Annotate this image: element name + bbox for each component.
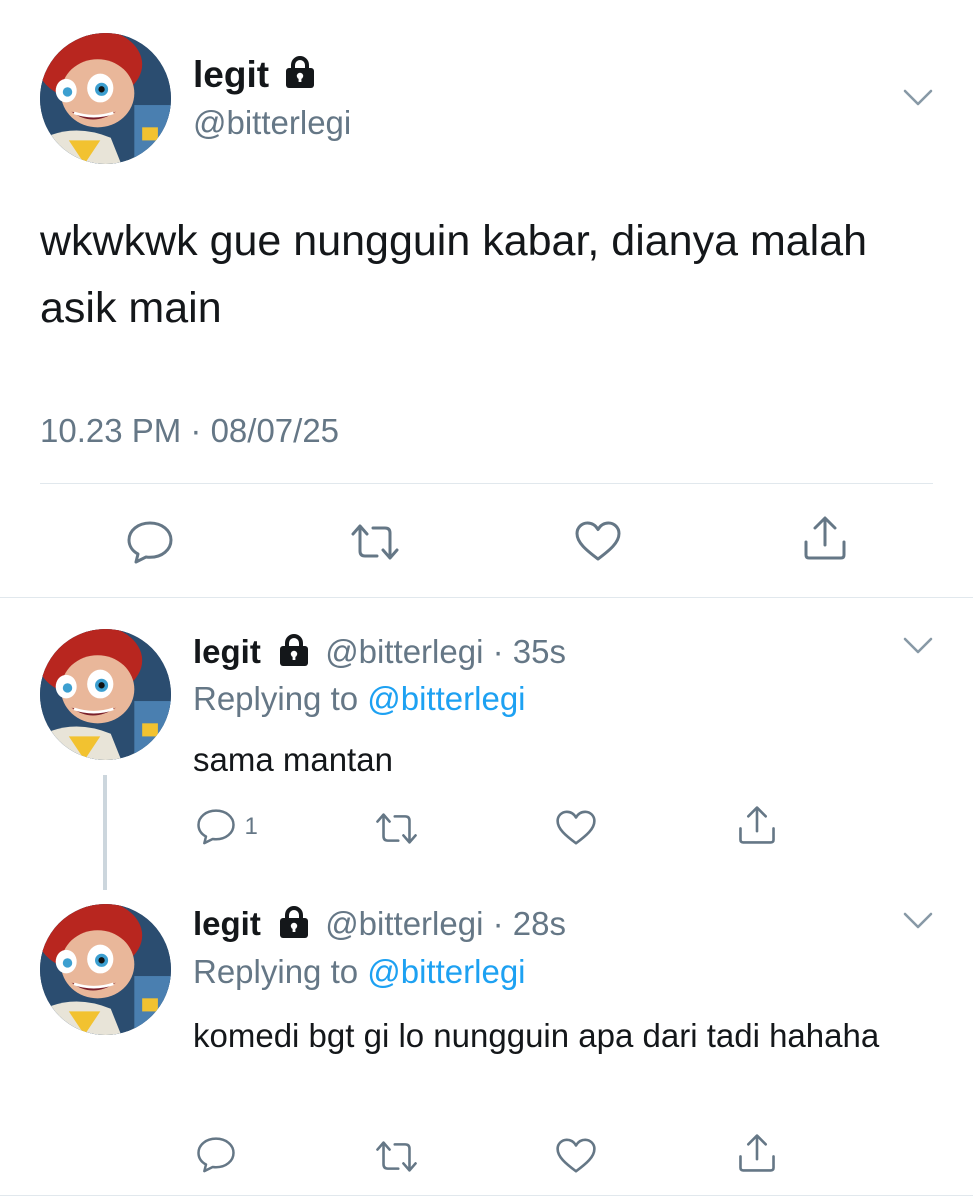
like-button[interactable] bbox=[555, 1137, 597, 1174]
avatar-image bbox=[40, 33, 171, 164]
reply-text: komedi bgt gi lo nungguin apa dari tadi … bbox=[193, 1017, 880, 1054]
chevron-down-icon[interactable] bbox=[903, 89, 933, 107]
replying-prefix: Replying to bbox=[193, 680, 359, 717]
mention-link[interactable]: @bitterlegi bbox=[367, 953, 525, 990]
share-button[interactable] bbox=[737, 805, 777, 845]
avatar-image bbox=[40, 629, 171, 760]
reply-count: 1 bbox=[244, 812, 258, 840]
divider bbox=[0, 597, 973, 598]
avatar[interactable] bbox=[40, 629, 171, 760]
display-name: legit bbox=[193, 633, 261, 670]
reply-author[interactable]: legit @bitterlegi · 28s bbox=[193, 905, 566, 940]
like-icon bbox=[555, 809, 597, 846]
reply-author[interactable]: legit @bitterlegi · 35s bbox=[193, 633, 566, 668]
reply-icon bbox=[196, 808, 236, 845]
reply-button[interactable]: 1 bbox=[196, 808, 258, 845]
tweet-text: wkwkwk gue nungguin kabar, dianya malah … bbox=[40, 217, 868, 332]
share-icon bbox=[802, 515, 848, 561]
reply-time: · 35s bbox=[492, 633, 566, 670]
replying-to: Replying to @bitterlegi bbox=[193, 682, 526, 715]
like-button[interactable] bbox=[555, 809, 597, 846]
reply-button[interactable] bbox=[196, 1136, 236, 1173]
share-icon bbox=[737, 805, 777, 845]
share-icon bbox=[737, 1133, 777, 1173]
lock-icon bbox=[278, 905, 310, 939]
avatar-image bbox=[40, 904, 171, 1035]
handle[interactable]: @bitterlegi bbox=[193, 106, 351, 139]
display-name: legit bbox=[193, 905, 261, 942]
retweet-button[interactable] bbox=[374, 811, 419, 846]
retweet-icon bbox=[374, 811, 419, 846]
reply-icon bbox=[196, 1136, 236, 1173]
chevron-down-icon[interactable] bbox=[903, 912, 933, 930]
divider bbox=[40, 483, 933, 484]
retweet-button[interactable] bbox=[349, 522, 401, 562]
avatar[interactable] bbox=[40, 904, 171, 1035]
reply-time: · 28s bbox=[492, 905, 566, 942]
retweet-icon bbox=[374, 1139, 419, 1174]
mention-link[interactable]: @bitterlegi bbox=[367, 680, 525, 717]
retweet-icon bbox=[349, 522, 401, 562]
chevron-down-icon[interactable] bbox=[903, 637, 933, 655]
replying-to: Replying to @bitterlegi bbox=[193, 955, 526, 988]
main-tweet-author[interactable]: legit bbox=[193, 55, 316, 93]
display-name: legit bbox=[193, 54, 270, 95]
handle: @bitterlegi bbox=[325, 905, 484, 942]
like-icon bbox=[555, 1137, 597, 1174]
lock-icon bbox=[284, 55, 316, 89]
reply-text: sama mantan bbox=[193, 741, 393, 778]
divider bbox=[0, 1195, 973, 1196]
tweet-timestamp[interactable]: 10.23 PM · 08/07/25 bbox=[40, 414, 339, 447]
handle: @bitterlegi bbox=[325, 633, 484, 670]
replying-prefix: Replying to bbox=[193, 953, 359, 990]
reply-button[interactable] bbox=[126, 520, 174, 564]
like-icon bbox=[574, 520, 622, 562]
share-button[interactable] bbox=[737, 1133, 777, 1173]
like-button[interactable] bbox=[574, 520, 622, 562]
reply-icon bbox=[126, 520, 174, 564]
share-button[interactable] bbox=[802, 515, 848, 561]
avatar[interactable] bbox=[40, 33, 171, 164]
retweet-button[interactable] bbox=[374, 1139, 419, 1174]
thread-line bbox=[103, 775, 107, 890]
lock-icon bbox=[278, 633, 310, 667]
